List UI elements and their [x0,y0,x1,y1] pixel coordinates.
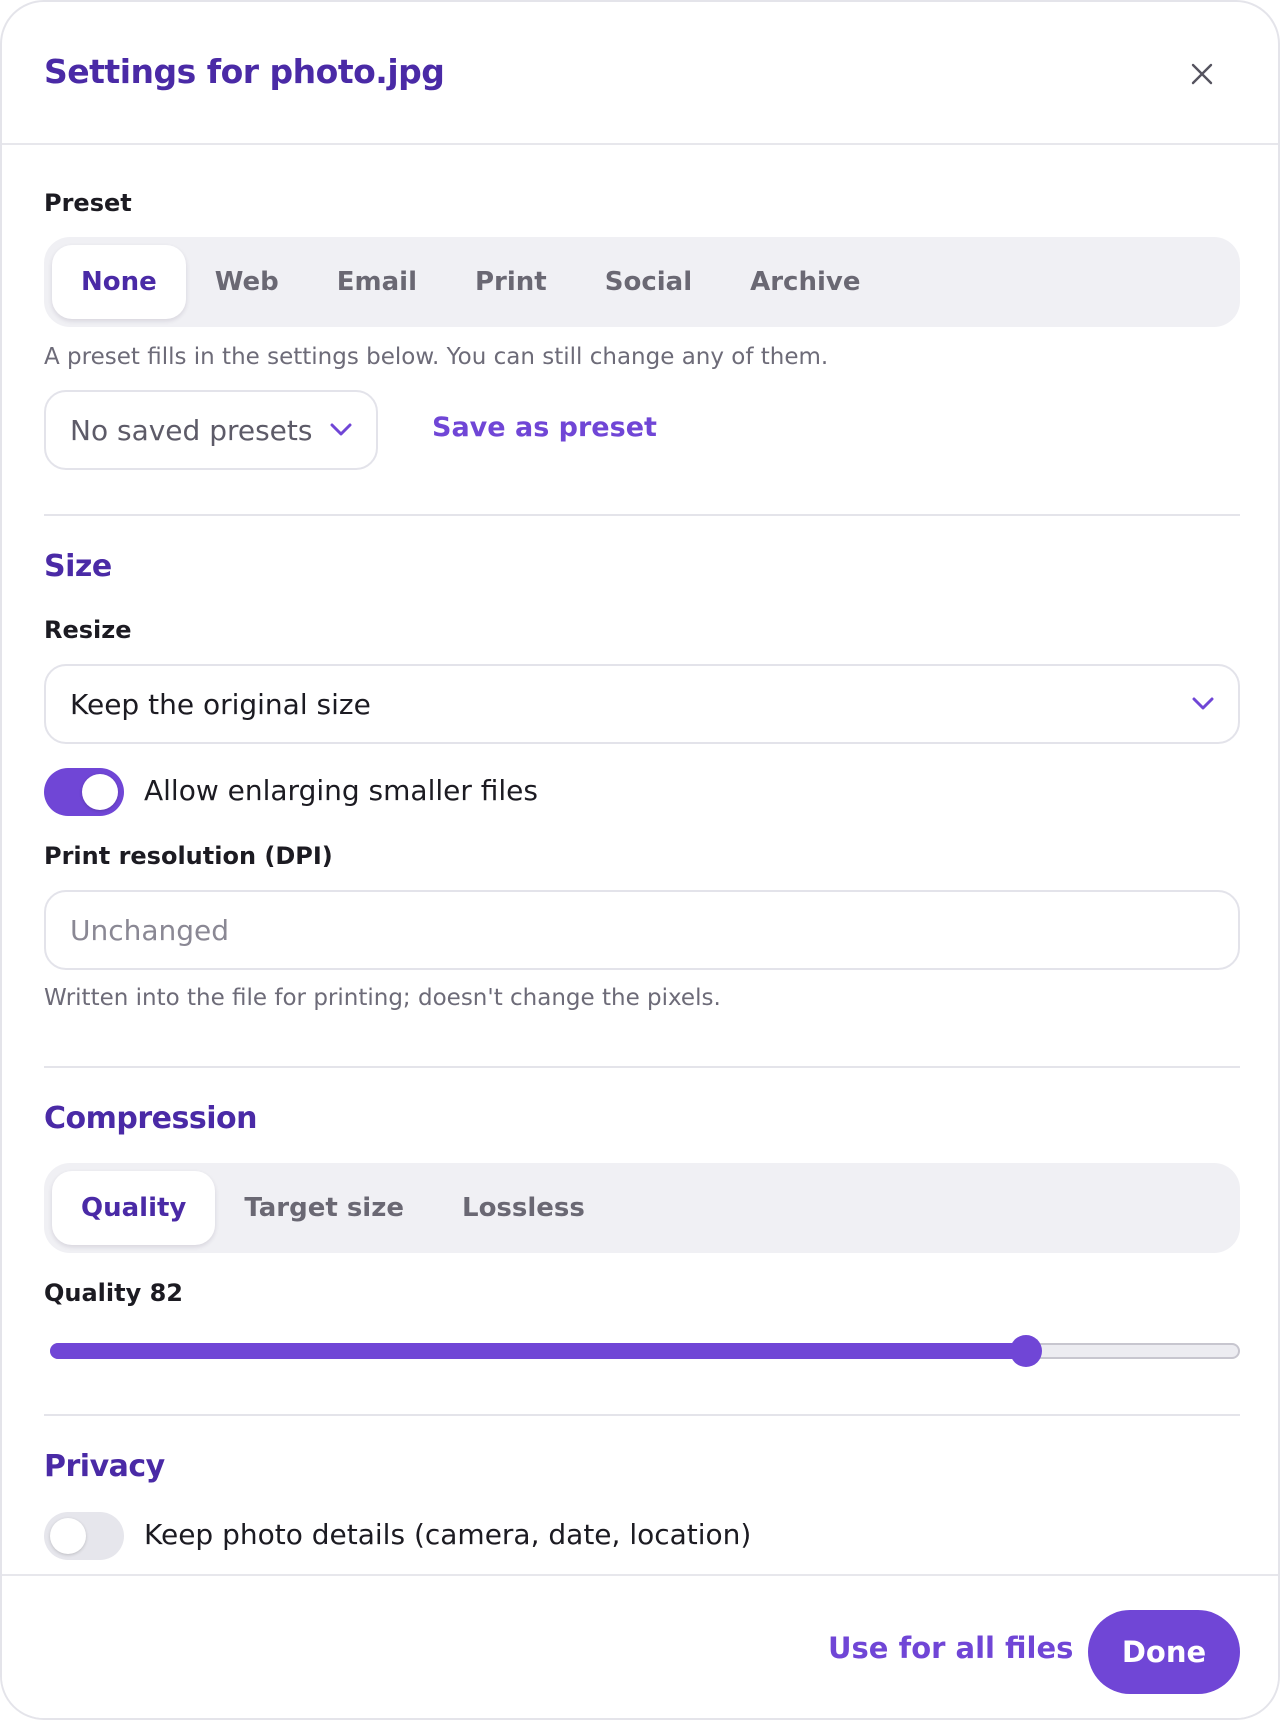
toggle-knob [82,774,118,810]
dpi-label: Print resolution (DPI) [44,842,333,870]
preset-option-print[interactable]: Print [446,245,576,319]
privacy-heading: Privacy [44,1449,165,1484]
keep-photo-details-label: Keep photo details (camera, date, locati… [144,1518,752,1551]
done-button[interactable]: Done [1088,1610,1240,1694]
allow-enlarging-toggle[interactable] [44,768,124,816]
chevron-down-icon [1192,697,1214,710]
slider-fill [50,1343,1026,1359]
preset-option-none[interactable]: None [52,245,186,319]
keep-photo-details-toggle[interactable] [44,1512,124,1560]
dialog-footer: Use for all files Done [2,1574,1278,1718]
preset-segmented-control: None Web Email Print Social Archive [44,237,1240,327]
preset-hint: A preset fills in the settings below. Yo… [44,344,829,370]
section-divider [44,514,1240,516]
compression-heading: Compression [44,1101,257,1136]
save-as-preset-button[interactable]: Save as preset [432,412,657,443]
compression-mode-lossless[interactable]: Lossless [433,1171,614,1245]
preset-option-social[interactable]: Social [576,245,721,319]
resize-label: Resize [44,616,132,644]
section-divider [44,1414,1240,1416]
size-heading: Size [44,549,112,584]
dialog-body: Preset None Web Email Print Social Archi… [44,145,1240,1575]
toggle-knob [50,1518,86,1554]
compression-mode-target-size[interactable]: Target size [215,1171,433,1245]
dialog-title: Settings for photo.jpg [44,52,445,91]
dpi-input[interactable] [44,890,1240,970]
dialog-header: Settings for photo.jpg [2,2,1278,145]
chevron-down-icon [330,423,352,436]
slider-thumb[interactable] [1010,1335,1042,1367]
dpi-hint: Written into the file for printing; does… [44,985,721,1011]
allow-enlarging-label: Allow enlarging smaller files [144,774,538,807]
resize-select[interactable]: Keep the original size [44,664,1240,744]
quality-label: Quality 82 [44,1279,184,1307]
close-button[interactable] [1182,54,1222,94]
preset-option-web[interactable]: Web [186,245,308,319]
resize-value: Keep the original size [70,687,371,721]
close-icon [1191,63,1213,85]
saved-presets-value: No saved presets [70,413,313,447]
use-for-all-files-button[interactable]: Use for all files [828,1631,1073,1665]
compression-mode-quality[interactable]: Quality [52,1171,216,1245]
preset-option-archive[interactable]: Archive [721,245,889,319]
section-divider [44,1066,1240,1068]
preset-label: Preset [44,189,132,217]
compression-mode-control: Quality Target size Lossless [44,1163,1240,1253]
saved-presets-select[interactable]: No saved presets [44,390,378,470]
settings-dialog: Settings for photo.jpg Preset None Web E… [0,0,1280,1720]
preset-option-email[interactable]: Email [308,245,446,319]
quality-slider[interactable] [50,1331,1240,1371]
